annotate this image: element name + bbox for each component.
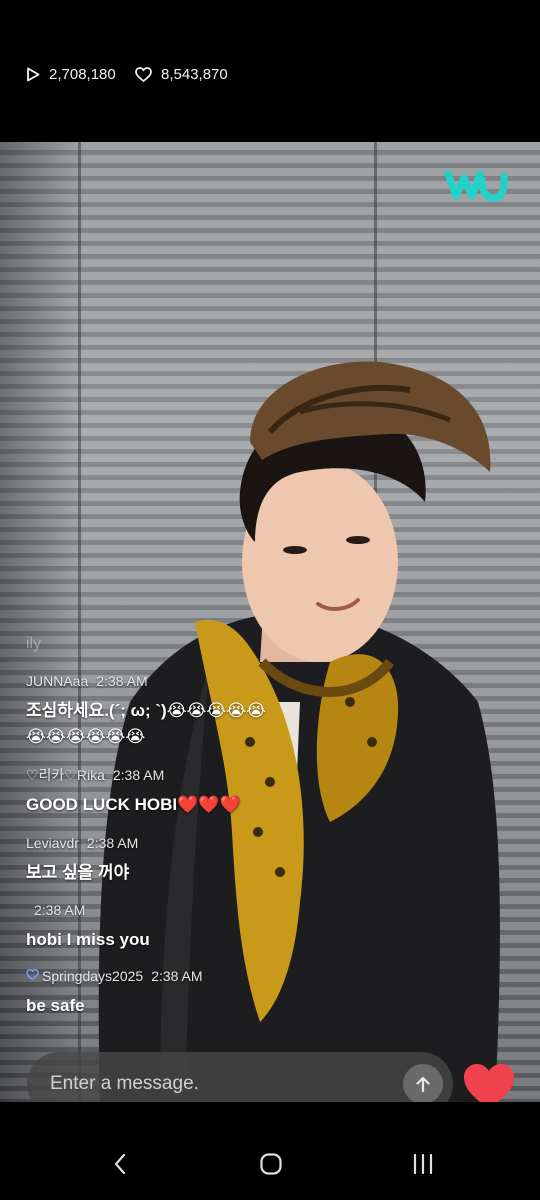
chat-username[interactable]: Springdays2025 (26, 968, 143, 984)
chat-text: be safe (26, 996, 85, 1015)
home-icon[interactable] (259, 1152, 283, 1176)
heart-outline-icon (135, 67, 152, 82)
like-count-value: 8,543,870 (161, 66, 228, 83)
send-button[interactable] (403, 1064, 443, 1104)
chevron-left-icon[interactable] (113, 1152, 127, 1176)
chat-username[interactable]: ♡리카♡Rika (26, 765, 105, 785)
system-nav-bar (0, 1102, 540, 1200)
chat-message: Leviavdr 2:38 AM 보고 싶을 꺼야 (26, 834, 446, 886)
chat-text: 조심하세요.(´; ω; `)😭😭😭😭😭 😭😭😭😭😭😭 (26, 698, 446, 750)
fading-chat-message: ily (26, 635, 42, 652)
streamer-figure (98, 361, 500, 1102)
chat-time: 2:38 AM (112, 767, 165, 783)
chat-time: 2:38 AM (151, 968, 203, 984)
message-input[interactable] (27, 1073, 403, 1095)
stats-bar: 2,708,180 8,543,870 (0, 0, 540, 142)
view-count-value: 2,708,180 (49, 66, 116, 83)
view-count: 2,708,180 (26, 66, 116, 83)
chat-meta: JUNNAaa 2:38 AM (26, 672, 446, 690)
chat-meta: 2:38 AM (26, 901, 446, 919)
chat-message: Springdays2025 2:38 AM be safe (26, 967, 446, 1019)
chat-text-line: 😭😭😭😭😭😭 (26, 727, 146, 746)
recents-icon[interactable] (412, 1152, 434, 1176)
chat-time: 2:38 AM (34, 902, 86, 918)
chat-username-text: Springdays2025 (42, 968, 144, 984)
chat-message: 2:38 AM hobi I miss you (26, 901, 446, 953)
chat-meta: Leviavdr 2:38 AM (26, 834, 446, 852)
chat-text: 보고 싶을 꺼야 (26, 863, 130, 882)
arrow-up-icon (416, 1076, 430, 1093)
heart-badge-icon (26, 968, 39, 981)
chat-text: hobi I miss you (26, 930, 150, 949)
weverse-logo-icon (444, 170, 508, 202)
chat-username[interactable]: JUNNAaa (26, 673, 88, 689)
chat-text: GOOD LUCK HOBI❤️❤️❤️ (26, 795, 241, 814)
like-count: 8,543,870 (135, 66, 228, 83)
chat-message: JUNNAaa 2:38 AM 조심하세요.(´; ω; `)😭😭😭😭😭 😭😭😭… (26, 672, 446, 750)
chat-text-line: 조심하세요.(´; ω; `)😭😭😭😭😭 (26, 701, 267, 720)
chat-meta: ♡리카♡Rika 2:38 AM (26, 766, 446, 784)
chat-username[interactable]: Leviavdr (26, 835, 79, 851)
play-icon (27, 67, 40, 82)
chat-time: 2:38 AM (96, 673, 148, 689)
chat-time: 2:38 AM (86, 835, 139, 851)
live-video[interactable] (0, 142, 540, 1102)
chat-meta: Springdays2025 2:38 AM (26, 967, 446, 985)
chat-message: ♡리카♡Rika 2:38 AM GOOD LUCK HOBI❤️❤️❤️ (26, 766, 446, 818)
